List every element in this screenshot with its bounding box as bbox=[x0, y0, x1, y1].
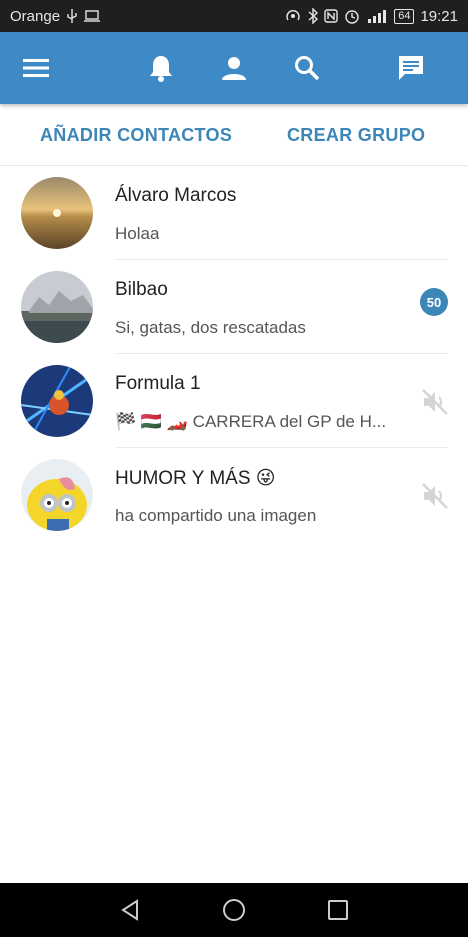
chat-name: HUMOR Y MÁS 😜 bbox=[115, 468, 276, 489]
chat-name: Bilbao bbox=[115, 279, 168, 300]
avatar bbox=[21, 271, 93, 343]
avatar bbox=[21, 459, 93, 531]
clock: 19:21 bbox=[420, 7, 458, 25]
navigation-bar bbox=[0, 883, 468, 937]
chat-row-formula-1[interactable]: Formula 1 🏁 🇭🇺 🏎️ CARRERA del GP de H... bbox=[0, 354, 468, 448]
action-row: AÑADIR CONTACTOS CREAR GRUPO bbox=[0, 104, 468, 166]
hotspot-icon bbox=[284, 8, 302, 24]
chat-name: Formula 1 bbox=[115, 373, 201, 394]
chat-row-humor[interactable]: HUMOR Y MÁS 😜 ha compartido una imagen bbox=[0, 448, 468, 542]
app-bar bbox=[0, 32, 468, 104]
bluetooth-icon bbox=[308, 8, 319, 24]
create-group-button[interactable]: CREAR GRUPO bbox=[287, 104, 425, 166]
add-contacts-button[interactable]: AÑADIR CONTACTOS bbox=[40, 104, 232, 166]
chat-last-message: Si, gatas, dos rescatadas bbox=[115, 318, 306, 337]
signal-icon bbox=[366, 9, 388, 23]
alarm-icon bbox=[344, 8, 360, 24]
muted-icon bbox=[420, 387, 450, 417]
recent-apps-icon[interactable] bbox=[308, 883, 368, 937]
person-icon[interactable] bbox=[210, 32, 258, 104]
laptop-icon bbox=[84, 10, 101, 22]
avatar bbox=[21, 177, 93, 249]
chat-last-message: ha compartido una imagen bbox=[115, 506, 317, 525]
bell-icon[interactable] bbox=[137, 32, 185, 104]
battery-indicator: 64 bbox=[394, 8, 415, 24]
search-icon[interactable] bbox=[283, 32, 331, 104]
avatar bbox=[21, 365, 93, 437]
chat-row-bilbao[interactable]: Bilbao Si, gatas, dos rescatadas 50 bbox=[0, 260, 468, 354]
status-bar: Orange 64 19:21 bbox=[0, 0, 468, 32]
home-icon[interactable] bbox=[204, 883, 264, 937]
chat-row-alvaro[interactable]: Álvaro Marcos Holaa bbox=[0, 166, 468, 260]
usb-icon bbox=[66, 9, 78, 23]
back-icon[interactable] bbox=[100, 883, 160, 937]
chat-list: Álvaro Marcos Holaa Bilbao Si, gatas, do… bbox=[0, 166, 468, 542]
unread-badge: 50 bbox=[420, 288, 448, 316]
carrier-label: Orange bbox=[10, 7, 61, 25]
menu-icon[interactable] bbox=[12, 32, 60, 104]
chat-last-message: 🏁 🇭🇺 🏎️ CARRERA del GP de H... bbox=[115, 412, 387, 431]
chat-last-message: Holaa bbox=[115, 224, 160, 243]
muted-icon bbox=[420, 481, 450, 511]
nfc-icon bbox=[324, 9, 338, 23]
chat-name: Álvaro Marcos bbox=[115, 185, 237, 206]
chat-icon[interactable] bbox=[387, 32, 435, 104]
